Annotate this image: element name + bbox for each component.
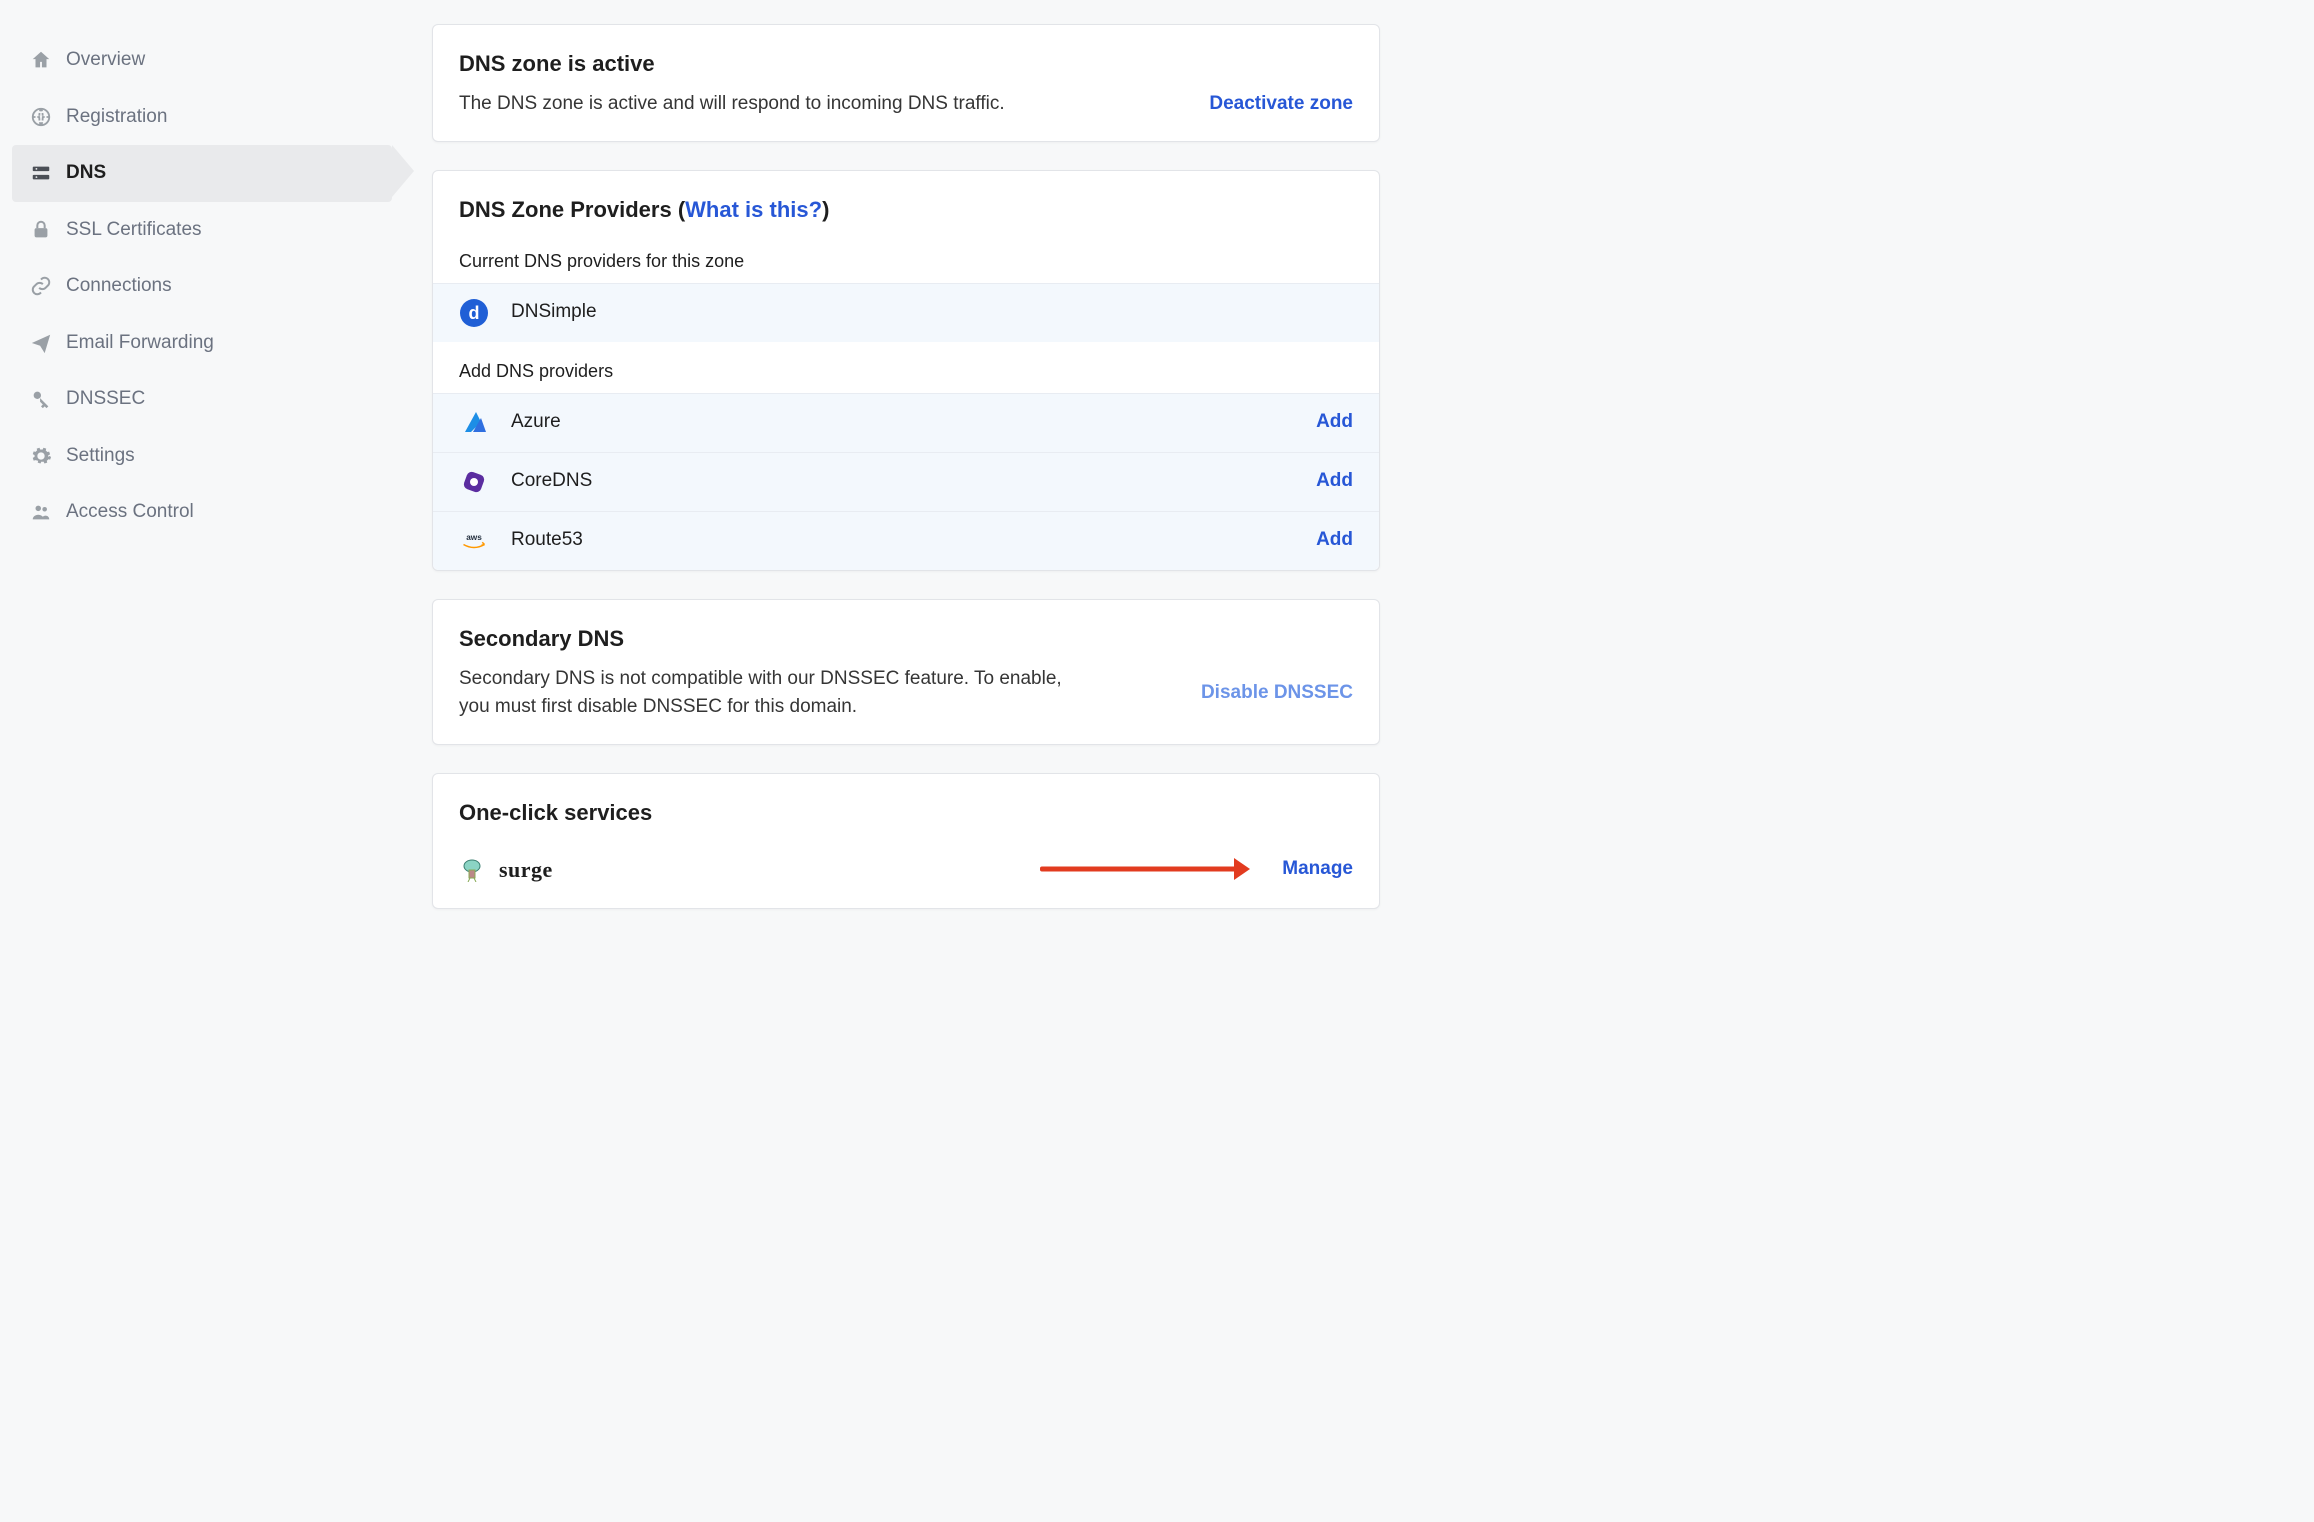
sidebar-item-label: Registration [66, 103, 167, 132]
sidebar-item-label: Connections [66, 272, 172, 301]
users-icon [30, 501, 52, 523]
svg-text:d: d [469, 303, 480, 323]
provider-row-route53: aws Route53 Add [433, 511, 1379, 570]
provider-row-azure: Azure Add [433, 393, 1379, 452]
sidebar-item-dns[interactable]: DNS [12, 145, 392, 202]
surge-icon [459, 856, 485, 882]
provider-name: Route53 [511, 526, 1294, 555]
sidebar-item-label: DNSSEC [66, 385, 145, 414]
main-content: DNS zone is active The DNS zone is activ… [432, 24, 1380, 909]
add-providers-label: Add DNS providers [433, 342, 1379, 393]
sidebar-item-label: Access Control [66, 498, 194, 527]
globe-icon [30, 106, 52, 128]
dns-providers-card: DNS Zone Providers (What is this?) Curre… [432, 170, 1380, 571]
lock-icon [30, 219, 52, 241]
dnsimple-icon: d [459, 298, 489, 328]
providers-title: DNS Zone Providers (What is this?) [433, 171, 1379, 232]
gear-icon [30, 445, 52, 467]
service-name: surge [499, 853, 1026, 886]
home-icon [30, 49, 52, 71]
svg-text:aws: aws [466, 533, 482, 542]
coredns-icon [459, 467, 489, 497]
sidebar-item-settings[interactable]: Settings [12, 428, 392, 485]
service-row-surge: surge Manage [433, 847, 1379, 908]
server-icon [30, 162, 52, 184]
paper-plane-icon [30, 332, 52, 354]
secondary-dns-card: Secondary DNS Secondary DNS is not compa… [432, 599, 1380, 745]
sidebar-item-label: Settings [66, 442, 135, 471]
secondary-dns-title: Secondary DNS [459, 622, 1353, 655]
provider-name: Azure [511, 408, 1294, 437]
sidebar: Overview Registration DNS SSL Certificat… [12, 24, 392, 909]
provider-row-dnsimple: d DNSimple [433, 283, 1379, 342]
add-azure-link[interactable]: Add [1316, 408, 1353, 437]
link-icon [30, 275, 52, 297]
sidebar-item-access-control[interactable]: Access Control [12, 484, 392, 541]
provider-name: DNSimple [511, 298, 1353, 327]
manage-service-link[interactable]: Manage [1282, 855, 1353, 884]
sidebar-item-connections[interactable]: Connections [12, 258, 392, 315]
sidebar-item-dnssec[interactable]: DNSSEC [12, 371, 392, 428]
oneclick-title: One-click services [459, 796, 1353, 829]
azure-icon [459, 408, 489, 438]
aws-icon: aws [459, 526, 489, 556]
arrow-annotation-icon [1040, 862, 1250, 876]
dns-zone-title: DNS zone is active [459, 47, 1353, 80]
provider-name: CoreDNS [511, 467, 1294, 496]
sidebar-item-label: DNS [66, 159, 106, 188]
sidebar-item-label: Email Forwarding [66, 329, 214, 358]
key-icon [30, 388, 52, 410]
dns-zone-desc: The DNS zone is active and will respond … [459, 90, 1005, 119]
deactivate-zone-link[interactable]: Deactivate zone [1209, 90, 1353, 119]
sidebar-item-email-forwarding[interactable]: Email Forwarding [12, 315, 392, 372]
what-is-this-link[interactable]: What is this? [685, 197, 822, 222]
dns-zone-card: DNS zone is active The DNS zone is activ… [432, 24, 1380, 142]
add-coredns-link[interactable]: Add [1316, 467, 1353, 496]
current-providers-label: Current DNS providers for this zone [433, 232, 1379, 283]
provider-row-coredns: CoreDNS Add [433, 452, 1379, 511]
sidebar-item-overview[interactable]: Overview [12, 32, 392, 89]
add-route53-link[interactable]: Add [1316, 526, 1353, 555]
disable-dnssec-link[interactable]: Disable DNSSEC [1201, 679, 1353, 708]
sidebar-item-registration[interactable]: Registration [12, 89, 392, 146]
sidebar-item-ssl[interactable]: SSL Certificates [12, 202, 392, 259]
sidebar-item-label: SSL Certificates [66, 216, 202, 245]
oneclick-card: One-click services surge Manage [432, 773, 1380, 909]
secondary-dns-desc: Secondary DNS is not compatible with our… [459, 665, 1079, 722]
sidebar-item-label: Overview [66, 46, 145, 75]
